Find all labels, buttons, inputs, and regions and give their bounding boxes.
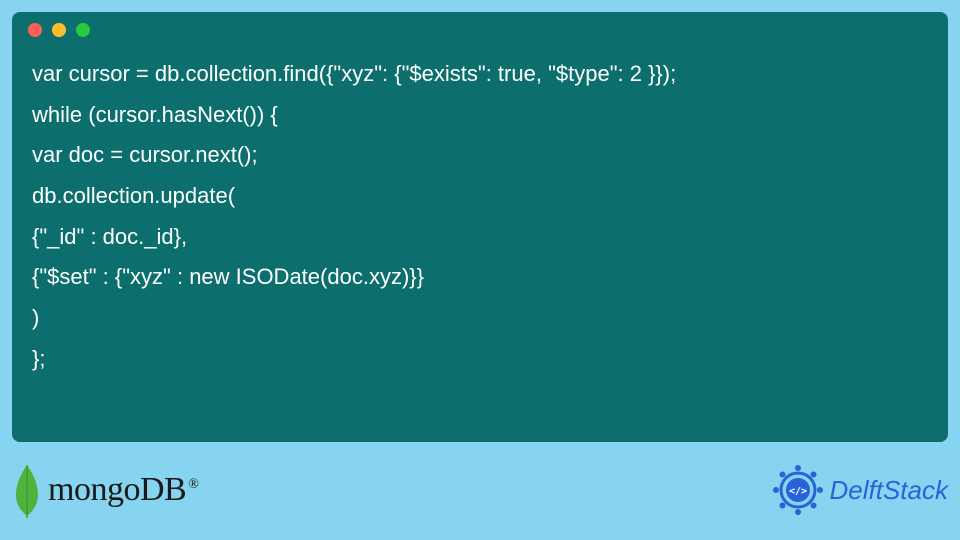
- code-line: var cursor = db.collection.find({"xyz": …: [32, 54, 928, 95]
- delftstack-gear-icon: </>: [770, 462, 826, 518]
- footer: mongoDB® </> DelftStack: [12, 450, 948, 530]
- mongodb-text: mongoDB®: [48, 471, 198, 509]
- code-line: var doc = cursor.next();: [32, 135, 928, 176]
- code-window: var cursor = db.collection.find({"xyz": …: [12, 12, 948, 442]
- mongodb-logo: mongoDB®: [12, 460, 198, 520]
- delftstack-logo: </> DelftStack: [770, 462, 949, 518]
- code-line: {"_id" : doc._id},: [32, 217, 928, 258]
- code-line: {"$set" : {"xyz" : new ISODate(doc.xyz)}…: [32, 257, 928, 298]
- minimize-icon: [52, 23, 66, 37]
- code-line: while (cursor.hasNext()) {: [32, 95, 928, 136]
- window-titlebar: [12, 12, 948, 48]
- delftstack-text: DelftStack: [830, 475, 949, 506]
- code-line: ): [32, 298, 928, 339]
- code-line: };: [32, 339, 928, 380]
- mongodb-leaf-icon: [12, 460, 42, 520]
- close-icon: [28, 23, 42, 37]
- code-line: db.collection.update(: [32, 176, 928, 217]
- svg-text:</>: </>: [788, 486, 806, 497]
- code-block: var cursor = db.collection.find({"xyz": …: [12, 48, 948, 400]
- maximize-icon: [76, 23, 90, 37]
